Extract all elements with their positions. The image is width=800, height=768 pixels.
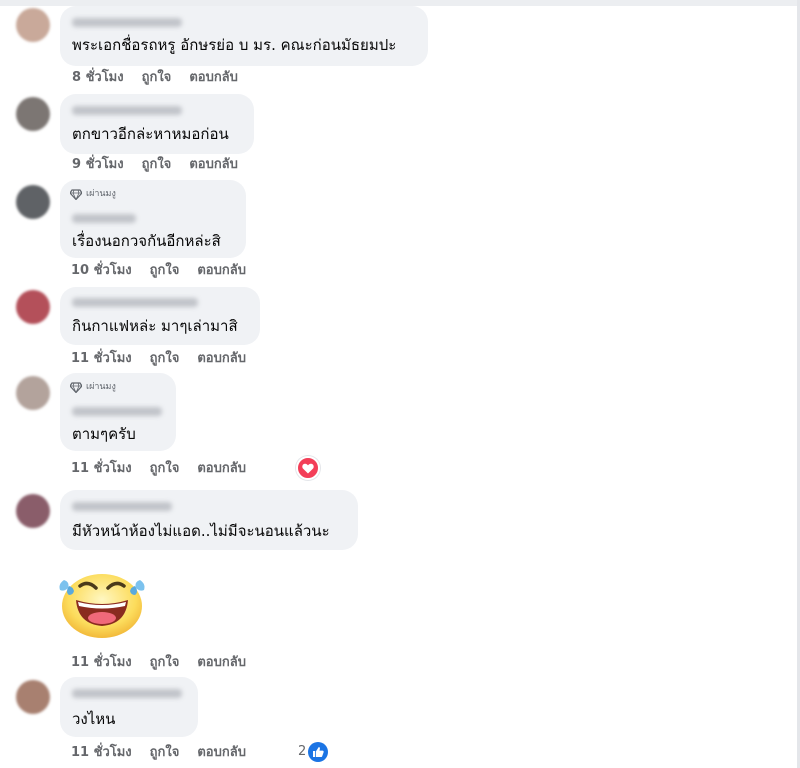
timestamp[interactable]: 9 ชั่วโมง <box>72 157 124 173</box>
comment-actions: 11 ชั่วโมง ถูกใจ ตอบกลับ <box>71 461 246 477</box>
fan-badge: เผ่านมงู <box>70 188 116 200</box>
reply-button[interactable]: ตอบกลับ <box>197 351 246 367</box>
fan-badge: เผ่านมงู <box>70 381 116 393</box>
like-button[interactable]: ถูกใจ <box>150 745 180 761</box>
timestamp[interactable]: 11 ชั่วโมง <box>71 461 132 477</box>
comment-actions: 9 ชั่วโมง ถูกใจ ตอบกลับ <box>72 157 238 173</box>
comment-bubble: ตกขาวอีกล่ะหาหมอก่อน <box>60 94 254 154</box>
diamond-icon <box>70 188 82 200</box>
author-name-blurred[interactable] <box>72 214 136 223</box>
comment-bubble: พระเอกชื่อรถหรู อักษรย่อ บ มร. คณะก่อนมั… <box>60 6 428 66</box>
author-name-blurred[interactable] <box>72 106 182 115</box>
reply-button[interactable]: ตอบกลับ <box>197 745 246 761</box>
diamond-icon <box>70 381 82 393</box>
comment-bubble: วงไหน <box>60 677 198 737</box>
comment-bubble: เผ่านมงู เรื่องนอกวจกันอีกหล่ะสิ <box>60 180 246 258</box>
author-name-blurred[interactable] <box>72 689 182 698</box>
comment-text: เรื่องนอกวจกันอีกหล่ะสิ <box>72 232 221 250</box>
like-button[interactable]: ถูกใจ <box>142 157 172 173</box>
reaction-summary[interactable]: 2 <box>298 742 329 762</box>
like-button[interactable]: ถูกใจ <box>150 351 180 367</box>
heart-reaction[interactable] <box>296 456 320 480</box>
avatar[interactable] <box>16 680 50 714</box>
timestamp[interactable]: 10 ชั่วโมง <box>71 263 132 279</box>
like-button[interactable]: ถูกใจ <box>150 263 180 279</box>
heart-icon <box>302 463 314 473</box>
reply-button[interactable]: ตอบกลับ <box>197 655 246 671</box>
comment-actions: 10 ชั่วโมง ถูกใจ ตอบกลับ <box>71 263 246 279</box>
avatar[interactable] <box>16 97 50 131</box>
reply-button[interactable]: ตอบกลับ <box>197 263 246 279</box>
comment-actions: 11 ชั่วโมง ถูกใจ ตอบกลับ <box>71 745 246 761</box>
comment-text: ตกขาวอีกล่ะหาหมอก่อน <box>72 125 229 143</box>
comment-text: กินกาแฟหล่ะ มาๆเล่ามาสิ <box>72 317 238 335</box>
author-name-blurred[interactable] <box>72 18 182 27</box>
comment-text: พระเอกชื่อรถหรู อักษรย่อ บ มร. คณะก่อนมั… <box>72 36 397 54</box>
timestamp[interactable]: 11 ชั่วโมง <box>71 655 132 671</box>
avatar[interactable] <box>16 494 50 528</box>
timestamp[interactable]: 8 ชั่วโมง <box>72 70 124 86</box>
comment-bubble: เผ่านมงู ตามๆครับ <box>60 373 176 451</box>
comment-text: ตามๆครับ <box>72 425 136 443</box>
badge-label: เผ่านมงู <box>86 189 116 199</box>
laughing-tears-emoji <box>56 566 148 640</box>
author-name-blurred[interactable] <box>72 502 172 511</box>
like-button[interactable]: ถูกใจ <box>150 655 180 671</box>
timestamp[interactable]: 11 ชั่วโมง <box>71 351 132 367</box>
avatar[interactable] <box>16 185 50 219</box>
author-name-blurred[interactable] <box>72 298 198 307</box>
timestamp[interactable]: 11 ชั่วโมง <box>71 745 132 761</box>
like-count: 2 <box>298 744 307 759</box>
comment-bubble: มีหัวหน้าห้องไม่แอด..ไม่มีจะนอนแล้วนะ <box>60 490 358 550</box>
reply-button[interactable]: ตอบกลับ <box>189 70 238 86</box>
avatar[interactable] <box>16 290 50 324</box>
badge-label: เผ่านมงู <box>86 382 116 392</box>
comment-actions: 11 ชั่วโมง ถูกใจ ตอบกลับ <box>71 655 246 671</box>
comment-text: มีหัวหน้าห้องไม่แอด..ไม่มีจะนอนแล้วนะ <box>72 522 330 540</box>
like-button[interactable]: ถูกใจ <box>142 70 172 86</box>
comment-actions: 11 ชั่วโมง ถูกใจ ตอบกลับ <box>71 351 246 367</box>
comment-bubble: กินกาแฟหล่ะ มาๆเล่ามาสิ <box>60 287 260 345</box>
reply-button[interactable]: ตอบกลับ <box>197 461 246 477</box>
author-name-blurred[interactable] <box>72 407 162 416</box>
comment-text: วงไหน <box>72 710 116 728</box>
avatar[interactable] <box>16 8 50 42</box>
avatar[interactable] <box>16 376 50 410</box>
like-icon <box>308 742 329 762</box>
reply-button[interactable]: ตอบกลับ <box>189 157 238 173</box>
like-button[interactable]: ถูกใจ <box>150 461 180 477</box>
comment-actions: 8 ชั่วโมง ถูกใจ ตอบกลับ <box>72 70 238 86</box>
